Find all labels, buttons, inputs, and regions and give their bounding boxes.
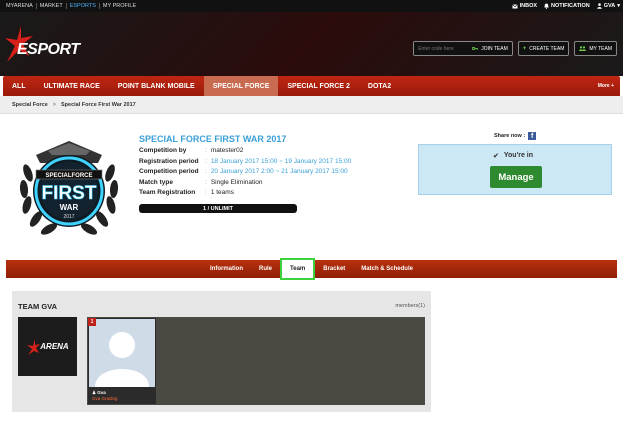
nav-item-special-force-2[interactable]: SPECIAL FORCE 2: [278, 76, 359, 96]
capacity-bar: 1 / UNLIMIT: [139, 204, 297, 213]
user-icon: [596, 3, 602, 9]
plus-icon: +: [522, 45, 527, 52]
breadcrumb-separator: >: [52, 101, 56, 108]
member-rank-badge: 1: [88, 318, 96, 326]
nav-item-ultimate-race[interactable]: ULTIMATE RACE: [35, 76, 109, 96]
emblem-year: 2017: [63, 214, 74, 220]
site-header: ESPORT JOIN TEAM + CREATE TEAM MY TEAM: [0, 12, 623, 76]
share-row: Share now : f: [494, 132, 537, 140]
top-right-menu: INBOX NOTIFICATION GVA ▾: [511, 3, 620, 9]
member-card[interactable]: 1 ♟ Gva Gva Grading: [88, 318, 156, 404]
game-nav: ALL ULTIMATE RACE POINT BLANK MOBILE SPE…: [3, 76, 620, 96]
youre-in-label: You're in: [503, 152, 534, 159]
avatar: [89, 319, 155, 387]
detail-value: matester02: [210, 147, 244, 154]
header-actions: JOIN TEAM + CREATE TEAM MY TEAM: [413, 41, 617, 56]
detail-row: Team Registration : 1 teams: [139, 188, 351, 199]
detail-row: Match type : Single Elimination: [139, 178, 351, 189]
detail-value: 18 January 2017 15:00 ~ 19 January 2017 …: [210, 157, 352, 165]
user-menu[interactable]: GVA ▾: [596, 3, 620, 9]
top-links: MYARENA MARKET ESPORTS MY PROFILE: [3, 3, 139, 9]
event-title: SPECIAL FORCE FIRST WAR 2017: [139, 134, 287, 144]
detail-value: 20 January 2017 2:00 ~ 21 January 2017 1…: [210, 168, 348, 175]
my-team-button[interactable]: MY TEAM: [574, 41, 617, 56]
logo-text: ESPORT: [17, 41, 80, 58]
tab-match-schedule[interactable]: Match & Schedule: [353, 260, 421, 278]
emblem-sub-text: WAR: [60, 203, 79, 212]
tab-information[interactable]: Information: [202, 260, 251, 278]
laurel-emblem-icon: SPECIALFORCE FIRST WAR 2017: [19, 141, 119, 235]
create-team-button[interactable]: + CREATE TEAM: [517, 41, 570, 56]
team-code-input[interactable]: [414, 42, 469, 55]
event-tabs: Information Rule Team Bracket Match & Sc…: [6, 258, 617, 280]
detail-label: Competition period: [139, 168, 199, 175]
top-link-market[interactable]: MARKET: [37, 3, 67, 9]
nav-item-special-force[interactable]: SPECIAL FORCE: [203, 76, 279, 96]
top-link-my-profile[interactable]: MY PROFILE: [100, 3, 139, 9]
nav-more-button[interactable]: More +: [598, 83, 620, 89]
emblem-big-text: FIRST: [42, 183, 97, 204]
youre-in-status: ✔ You're in: [493, 152, 533, 160]
join-team-button[interactable]: JOIN TEAM: [468, 42, 512, 55]
tab-bracket[interactable]: Bracket: [315, 260, 353, 278]
breadcrumb: Special Force > Special Force First War …: [0, 96, 623, 114]
nav-item-all[interactable]: ALL: [3, 76, 35, 96]
team-panel: TEAM GVA members(1) ARENA 1 ♟ Gva Gva Gr…: [12, 291, 431, 412]
chevron-down-icon: ▾: [617, 3, 620, 9]
share-label: Share now :: [494, 133, 526, 139]
team-icon: [579, 46, 587, 51]
join-team-label: JOIN TEAM: [481, 45, 508, 52]
team-logo-text: ARENA: [40, 342, 69, 351]
detail-row: Registration period : 18 January 2017 15…: [139, 157, 351, 168]
detail-row: Competition by : matester02: [139, 146, 351, 157]
breadcrumb-item-event: Special Force First War 2017: [61, 101, 136, 108]
create-team-label: CREATE TEAM: [529, 45, 565, 52]
tab-team[interactable]: Team: [280, 258, 316, 280]
tab-rule[interactable]: Rule: [251, 260, 280, 278]
nav-item-dota2[interactable]: DOTA2: [359, 76, 400, 96]
envelope-icon: [511, 3, 518, 8]
breadcrumb-item-special-force[interactable]: Special Force: [12, 102, 48, 108]
top-bar: MYARENA MARKET ESPORTS MY PROFILE INBOX …: [0, 0, 623, 12]
team-logo[interactable]: ARENA: [18, 317, 77, 376]
notification-link[interactable]: NOTIFICATION: [544, 3, 590, 9]
esport-logo[interactable]: ESPORT: [3, 26, 85, 64]
top-link-myarena[interactable]: MYARENA: [3, 3, 37, 9]
event-emblem: SPECIALFORCE FIRST WAR 2017: [14, 133, 124, 245]
user-name: GVA: [603, 3, 616, 9]
join-code-box: JOIN TEAM: [413, 41, 513, 56]
detail-value: Single Elimination: [210, 178, 263, 186]
manage-button[interactable]: Manage: [490, 166, 542, 188]
key-icon: [472, 46, 479, 51]
detail-label: Registration period: [139, 157, 199, 165]
team-roster: 1 ♟ Gva Gva Grading: [87, 317, 425, 405]
bell-icon: [544, 3, 549, 9]
detail-value: 1 teams: [210, 189, 234, 196]
detail-label: Match type: [139, 178, 173, 186]
facebook-icon[interactable]: f: [528, 132, 537, 140]
my-team-label: MY TEAM: [589, 45, 612, 52]
emblem-top-text: SPECIALFORCE: [45, 173, 92, 179]
default-avatar-icon: [95, 332, 149, 387]
detail-label: Competition by: [139, 147, 187, 154]
participation-box: ✔ You're in Manage: [418, 144, 612, 195]
team-title: TEAM GVA: [18, 302, 58, 311]
star-logo-icon: [27, 338, 41, 355]
check-icon: ✔: [493, 153, 499, 160]
detail-row: Competition period : 20 January 2017 2:0…: [139, 167, 351, 178]
members-count: members(1): [395, 303, 425, 309]
detail-label: Team Registration: [139, 189, 196, 196]
inbox-link[interactable]: INBOX: [511, 3, 538, 9]
member-status: Gva Grading: [92, 396, 118, 401]
inbox-label: INBOX: [519, 3, 538, 9]
notification-label: NOTIFICATION: [551, 3, 590, 9]
top-link-esports[interactable]: ESPORTS: [67, 3, 100, 9]
event-details: Competition by : matester02 Registration…: [139, 146, 351, 199]
nav-item-point-blank-mobile[interactable]: POINT BLANK MOBILE: [109, 76, 204, 96]
